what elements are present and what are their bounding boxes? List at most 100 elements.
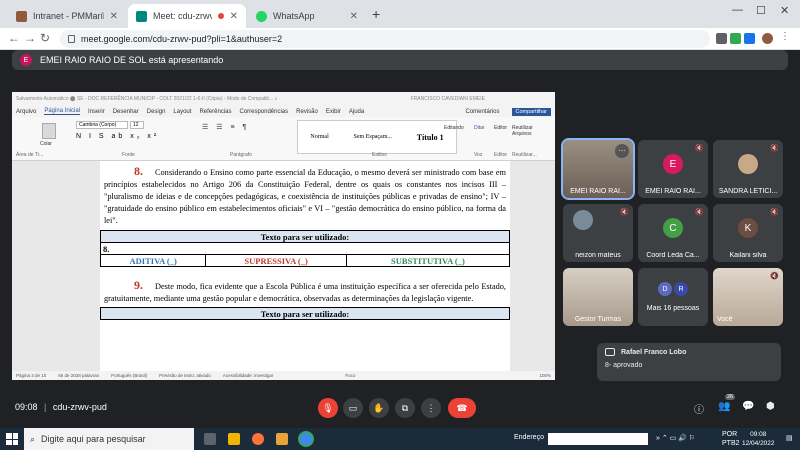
notifications-icon[interactable]: ▤: [786, 434, 793, 442]
menu-revisao[interactable]: Revisão: [296, 109, 318, 115]
style-normal[interactable]: Normal: [310, 134, 328, 140]
maximize-button[interactable]: ☐: [756, 4, 766, 17]
forward-icon[interactable]: →: [24, 31, 36, 45]
meet-favicon-icon: [136, 10, 147, 22]
participant-tile[interactable]: 🔇 K Kailani silva: [713, 204, 783, 262]
search-icon: ⌕: [30, 433, 36, 444]
close-tab-icon[interactable]: ✕: [230, 11, 238, 22]
minimize-button[interactable]: —: [732, 4, 743, 16]
extension-icon[interactable]: [744, 33, 755, 44]
font-size-select[interactable]: 12: [130, 121, 144, 129]
focus-button[interactable]: Foco: [345, 373, 355, 378]
reuse-files-button[interactable]: Reutilizar Arquivos: [512, 125, 552, 137]
firefox-icon[interactable]: [252, 433, 264, 445]
chat-notification[interactable]: Rafael Franco Lobo 8- aprovado: [597, 343, 781, 381]
address-toolbar-input[interactable]: [548, 433, 648, 445]
meeting-details-icon[interactable]: ⓘ: [694, 401, 704, 416]
share-document-button[interactable]: Compartilhar: [511, 107, 551, 116]
group-font-label: Fonte: [122, 152, 135, 158]
close-window-button[interactable]: ✕: [780, 4, 789, 17]
menu-referencias[interactable]: Referências: [199, 109, 231, 115]
participant-avatar: D: [658, 282, 672, 296]
raise-hand-icon[interactable]: ✋: [369, 398, 389, 418]
extension-icon[interactable]: [730, 33, 741, 44]
recording-dot-icon: [217, 13, 224, 19]
profile-avatar[interactable]: [762, 33, 773, 44]
table-number-cell[interactable]: 8.: [100, 242, 510, 255]
chat-icon[interactable]: 💬: [742, 401, 754, 412]
option-aditiva[interactable]: ADITIVA (_): [99, 254, 207, 267]
option-supressiva[interactable]: SUPRESSIVA (_): [205, 254, 347, 267]
paragraph-formatting-icons[interactable]: ☰ ☰ ≡ ¶: [202, 123, 249, 131]
tab-meet[interactable]: Meet: cdu-zrwv-pud ✕: [128, 4, 246, 28]
zoom-level[interactable]: 100%: [539, 373, 551, 378]
paste-icon[interactable]: [42, 123, 56, 139]
more-participants-tile[interactable]: D R Mais 16 pessoas: [638, 268, 708, 326]
close-tab-icon[interactable]: ✕: [110, 11, 118, 22]
meeting-code: cdu-zrwv-pud: [52, 402, 107, 412]
address-bar[interactable]: meet.google.com/cdu-zrwv-pud?pli=1&authu…: [60, 30, 710, 48]
font-formatting-icons[interactable]: N I S ab x₂ x²: [76, 133, 159, 140]
app-icon[interactable]: [276, 433, 288, 445]
paste-button-label: Colar: [40, 141, 52, 147]
share-icon[interactable]: [716, 33, 727, 44]
activities-icon[interactable]: ⬢: [766, 401, 775, 412]
table-header: Texto para ser utilizado:: [100, 307, 510, 320]
more-options-icon[interactable]: ⋮: [421, 398, 441, 418]
comments-button[interactable]: Comentários: [466, 109, 500, 115]
mic-off-icon: 🔇: [770, 209, 779, 216]
meeting-time: 09:08: [15, 402, 38, 412]
windows-start-icon[interactable]: [6, 433, 18, 445]
editor-button[interactable]: Editor: [494, 125, 507, 131]
more-options-icon[interactable]: ⋯: [615, 144, 629, 158]
style-no-spacing[interactable]: Sem Espaçam...: [354, 134, 392, 140]
menu-kebab-icon[interactable]: ⋮: [780, 31, 791, 42]
participant-tile[interactable]: 🔇 SANDRA LETICI...: [713, 140, 783, 198]
menu-ajuda[interactable]: Ajuda: [349, 109, 364, 115]
paragraph-number: 9.: [134, 278, 143, 292]
task-view-icon[interactable]: [204, 433, 216, 445]
menu-desenhar[interactable]: Desenhar: [113, 109, 139, 115]
present-screen-icon[interactable]: ⧉: [395, 398, 415, 418]
tray-icons[interactable]: » ⌃ ▭ 🔊 ⚐: [656, 434, 695, 442]
taskbar-clock[interactable]: 09:08 12/04/2022: [742, 430, 775, 448]
people-icon[interactable]: 👥: [718, 401, 730, 412]
menu-pagina-inicial[interactable]: Página Inicial: [44, 108, 81, 115]
menu-inserir[interactable]: Inserir: [88, 109, 105, 115]
hang-up-icon[interactable]: ☎: [448, 398, 476, 418]
editing-button[interactable]: Editando: [444, 125, 464, 131]
dictate-button[interactable]: Ditar: [474, 125, 485, 131]
taskbar-search[interactable]: ⌕ Digite aqui para pesquisar: [24, 428, 194, 450]
clock-date: 12/04/2022: [742, 440, 775, 447]
chrome-icon[interactable]: [300, 433, 312, 445]
menu-layout[interactable]: Layout: [173, 109, 191, 115]
back-icon[interactable]: ←: [8, 31, 20, 45]
menu-exibir[interactable]: Exibir: [326, 109, 341, 115]
menu-correspondencias[interactable]: Correspondências: [239, 109, 288, 115]
option-substitutiva[interactable]: SUBSTITUTIVA (_): [345, 254, 511, 267]
styles-gallery[interactable]: Normal Sem Espaçam... Título 1: [297, 120, 457, 154]
group-clipboard-label: Área de Tr...: [16, 152, 44, 158]
close-tab-icon[interactable]: ✕: [350, 11, 358, 22]
document-page[interactable]: 8. Considerando o Ensino como parte essen…: [99, 161, 511, 371]
tab-intranet[interactable]: Intranet - PMMarília ✕: [8, 4, 126, 28]
tab-whatsapp[interactable]: WhatsApp ✕: [248, 4, 366, 28]
camera-icon[interactable]: ▭: [343, 398, 363, 418]
new-tab-button[interactable]: +: [372, 6, 380, 22]
amendment-table-9: Texto para ser utilizado:: [100, 307, 510, 320]
participant-tile[interactable]: 🔇 C Coord Leda Ca...: [638, 204, 708, 262]
participant-tile[interactable]: 🔇 E EMEI RAIO RAI...: [638, 140, 708, 198]
mic-off-icon[interactable]: 🎙: [318, 398, 338, 418]
reload-icon[interactable]: ↻: [40, 31, 50, 45]
file-explorer-icon[interactable]: [228, 433, 240, 445]
font-name-select[interactable]: Cambria (Corpo): [76, 121, 128, 129]
participant-tile[interactable]: ⋯ EMEI RAIO RAI...: [561, 138, 635, 200]
menu-arquivo[interactable]: Arquivo: [16, 109, 36, 115]
participant-tile[interactable]: Gestor Turmas: [563, 268, 633, 326]
menu-design[interactable]: Design: [147, 109, 166, 115]
participant-tile[interactable]: 🔇 neizon mateus: [563, 204, 633, 262]
language-indicator[interactable]: POR PTB2: [722, 430, 740, 448]
word-document-title: Salvamento Automático ⬤ SE - DOC REFERÊN…: [16, 96, 278, 102]
style-title-1[interactable]: Título 1: [417, 133, 444, 142]
self-tile[interactable]: 🔇 Você: [713, 268, 783, 326]
